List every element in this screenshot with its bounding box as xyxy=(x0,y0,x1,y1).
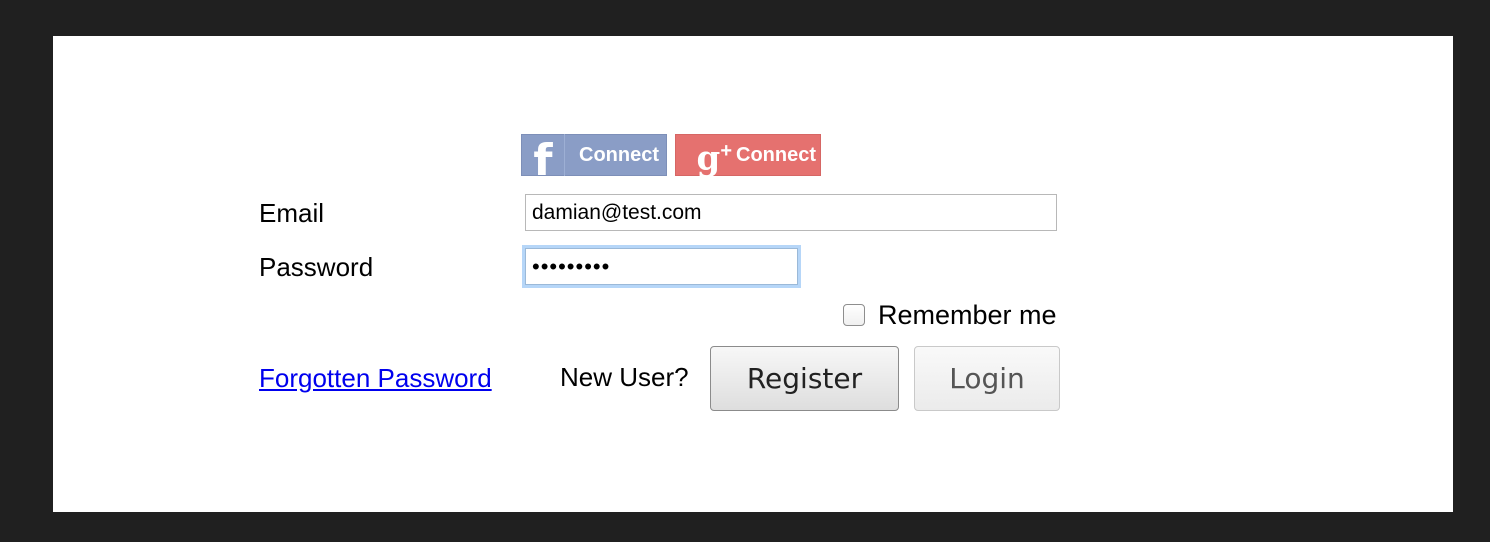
email-field[interactable] xyxy=(525,194,1057,231)
facebook-connect-label: Connect xyxy=(579,143,659,166)
password-label: Password xyxy=(259,252,374,282)
login-button[interactable]: Login xyxy=(914,346,1060,411)
register-button[interactable]: Register xyxy=(710,346,899,411)
remember-me-label: Remember me xyxy=(878,300,1057,330)
email-label: Email xyxy=(259,198,325,228)
remember-me-checkbox[interactable] xyxy=(843,304,865,326)
forgotten-password-link[interactable]: Forgotten Password xyxy=(259,363,492,393)
divider xyxy=(564,134,565,176)
password-field[interactable] xyxy=(525,248,798,285)
facebook-icon: f xyxy=(533,135,553,176)
google-plus-icon: g+ xyxy=(696,138,732,179)
google-plus-connect-label: Connect xyxy=(736,143,816,166)
google-plus-connect-button[interactable]: g+ Connect xyxy=(675,134,821,179)
facebook-connect-button[interactable]: f Connect xyxy=(521,134,667,176)
new-user-text: New User? xyxy=(560,362,689,392)
